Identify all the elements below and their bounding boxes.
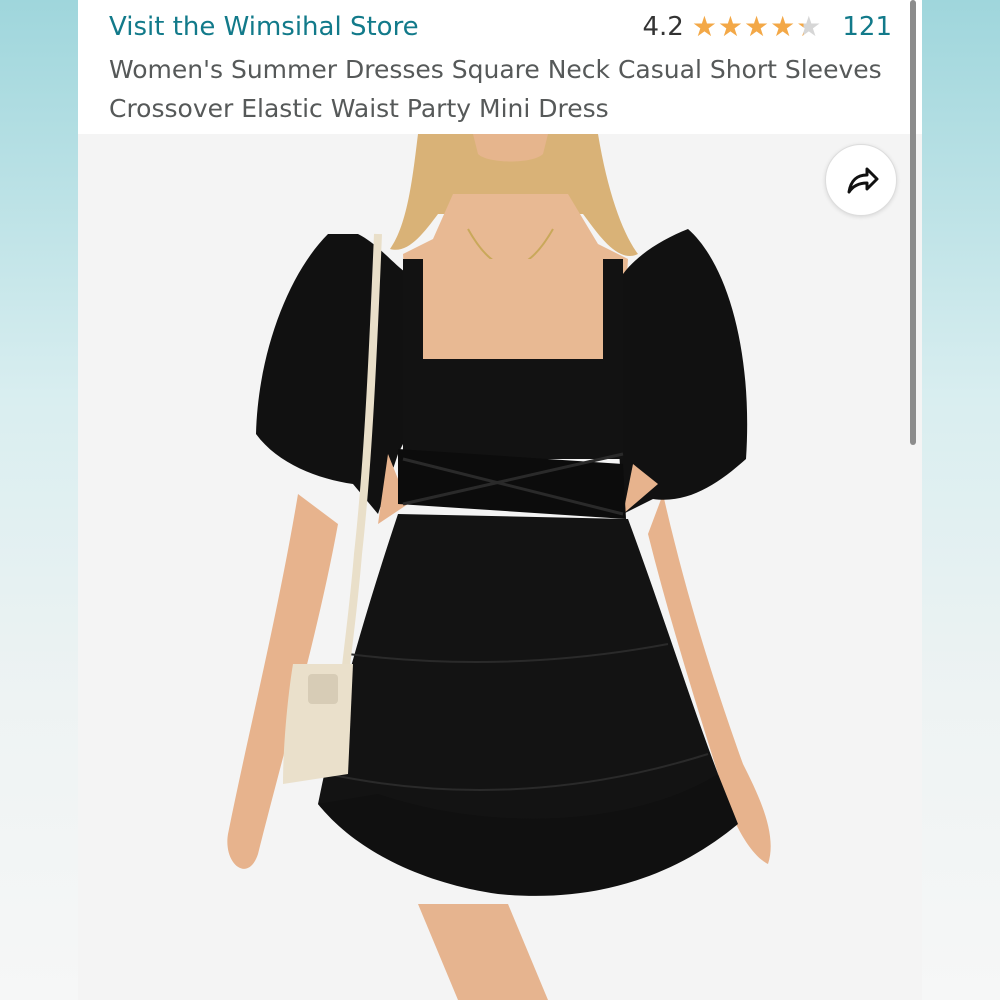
rating-summary[interactable]: 4.2 ★ ★ ★ ★ ★ 121	[642, 12, 892, 43]
product-title: Women's Summer Dresses Square Neck Casua…	[109, 55, 882, 123]
scrollbar[interactable]	[910, 0, 916, 445]
star-icon: ★	[770, 10, 796, 43]
star-icon: ★	[717, 10, 744, 43]
share-button[interactable]	[825, 144, 897, 216]
review-count-link[interactable]: 121	[842, 12, 892, 42]
store-link[interactable]: Visit the Wimsihal Store	[109, 12, 419, 42]
rating-value: 4.2	[642, 12, 684, 42]
right-background	[922, 0, 1000, 1000]
star-icon: ★	[744, 10, 770, 43]
product-header: Visit the Wimsihal Store 4.2 ★ ★ ★ ★ ★ 1…	[78, 0, 922, 134]
product-panel: Visit the Wimsihal Store 4.2 ★ ★ ★ ★ ★ 1…	[78, 0, 922, 1000]
partial-star-icon: ★	[796, 10, 822, 43]
product-image[interactable]	[78, 134, 922, 1000]
star-icon: ★	[691, 10, 717, 43]
share-arrow-icon	[847, 167, 879, 194]
left-background	[0, 0, 78, 1000]
dress-photo	[78, 134, 922, 1000]
rating-stars: ★ ★ ★ ★ ★	[692, 12, 823, 42]
